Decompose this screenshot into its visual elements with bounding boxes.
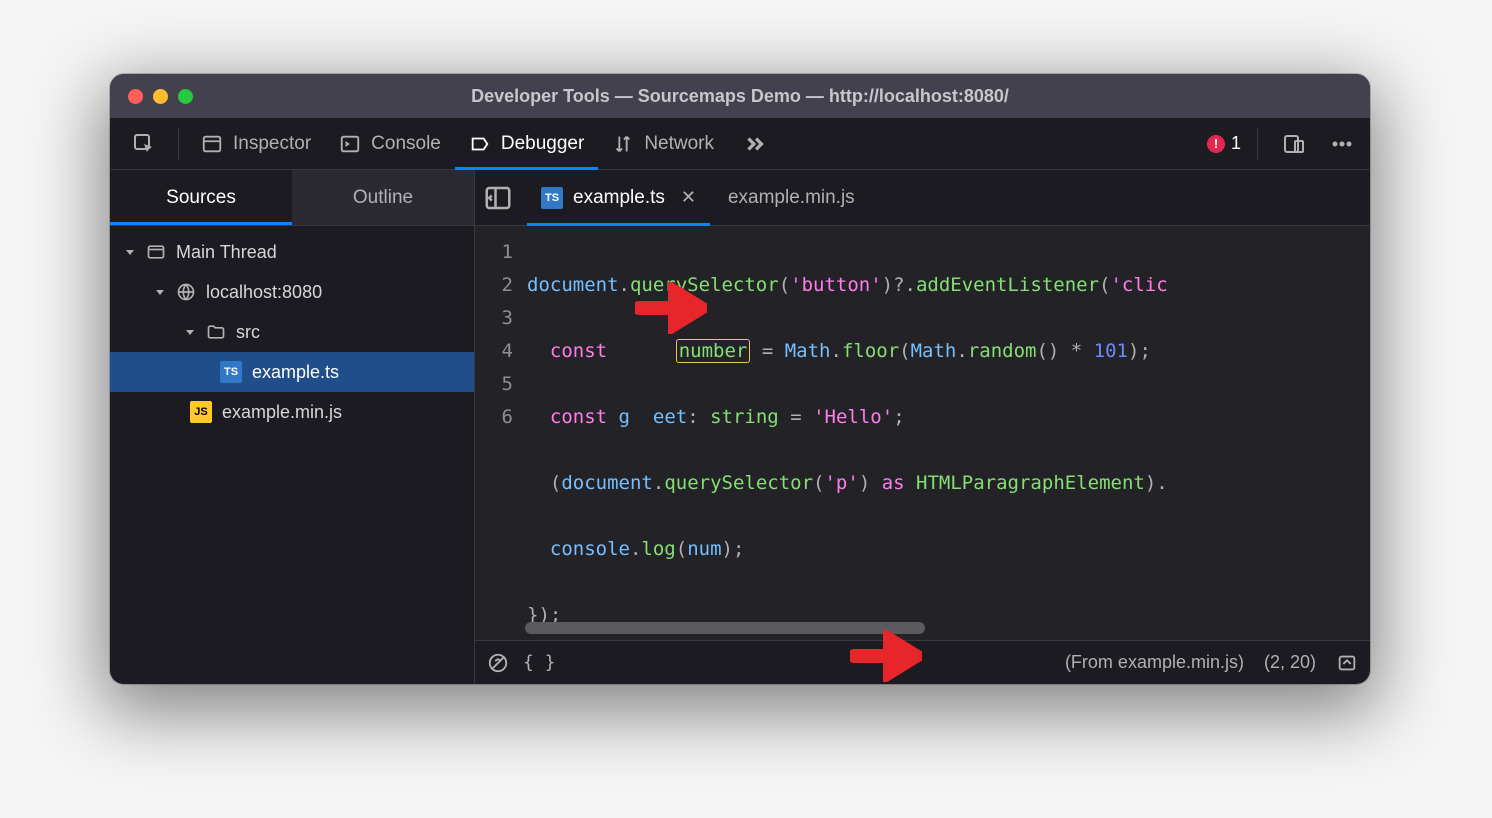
- tab-console-label: Console: [371, 133, 441, 155]
- tab-debugger[interactable]: Debugger: [455, 118, 598, 170]
- tree-file-example-minjs[interactable]: JS example.min.js: [110, 392, 474, 432]
- devtools-window: Developer Tools — Sourcemaps Demo — http…: [110, 74, 1370, 684]
- editor-tab-label: example.min.js: [728, 187, 855, 209]
- line-number: 1: [475, 236, 513, 269]
- devtools-toolbar: Inspector Console Debugger Network ! 1: [110, 118, 1370, 170]
- picker-icon: [132, 132, 156, 156]
- tree-folder-label: src: [236, 322, 260, 343]
- editor-tabs: TS example.ts ✕ example.min.js: [475, 170, 1370, 226]
- tree-main-thread-label: Main Thread: [176, 242, 277, 263]
- sidebar-tab-sources-label: Sources: [166, 187, 236, 209]
- sourcemap-origin: (From example.min.js): [1065, 652, 1244, 673]
- traffic-lights: [128, 89, 193, 104]
- inspector-icon: [201, 133, 223, 155]
- ts-file-icon: TS: [220, 361, 242, 383]
- window-title: Developer Tools — Sourcemaps Demo — http…: [110, 86, 1370, 107]
- separator: [1257, 128, 1258, 160]
- ts-file-icon: TS: [541, 187, 563, 209]
- editor-tab-example-minjs[interactable]: example.min.js: [714, 170, 869, 226]
- folder-icon: [206, 322, 226, 342]
- pretty-print-button[interactable]: { }: [523, 652, 556, 673]
- code-editor[interactable]: 1 2 3 4 5 6 document.querySelector('butt…: [475, 226, 1370, 640]
- tab-inspector-label: Inspector: [233, 133, 311, 155]
- tab-inspector[interactable]: Inspector: [187, 118, 325, 170]
- tab-debugger-label: Debugger: [501, 133, 584, 155]
- editor-tab-example-ts[interactable]: TS example.ts ✕: [527, 170, 710, 226]
- meatball-menu-button[interactable]: [1322, 118, 1362, 170]
- sidebar-tab-outline-label: Outline: [353, 187, 413, 209]
- maximize-window-button[interactable]: [178, 89, 193, 104]
- line-gutter: 1 2 3 4 5 6: [475, 226, 523, 640]
- horizontal-scrollbar[interactable]: [525, 622, 1354, 634]
- globe-icon: [176, 282, 196, 302]
- scroll-thumb[interactable]: [525, 622, 925, 634]
- pick-element-button[interactable]: [118, 118, 170, 170]
- caret-down-icon: [154, 286, 166, 298]
- tree-file-minjs-label: example.min.js: [222, 402, 342, 423]
- toggle-panel-icon[interactable]: [483, 183, 513, 213]
- sidebar-tabs: Sources Outline: [110, 170, 474, 226]
- chevrons-right-icon: [742, 131, 768, 157]
- sidebar-tab-sources[interactable]: Sources: [110, 170, 292, 225]
- line-number: 6: [475, 401, 513, 434]
- map-scopes-icon[interactable]: [1336, 652, 1358, 674]
- tree-host-label: localhost:8080: [206, 282, 322, 303]
- titlebar: Developer Tools — Sourcemaps Demo — http…: [110, 74, 1370, 118]
- type-highlight: number: [676, 339, 751, 363]
- tree-folder-src[interactable]: src: [110, 312, 474, 352]
- network-icon: [612, 133, 634, 155]
- minimize-window-button[interactable]: [153, 89, 168, 104]
- error-indicator[interactable]: ! 1: [1207, 133, 1241, 154]
- tree-file-ts-label: example.ts: [252, 362, 339, 383]
- caret-down-icon: [124, 246, 136, 258]
- line-number: 4: [475, 335, 513, 368]
- responsive-mode-button[interactable]: [1274, 118, 1314, 170]
- debugger-icon: [469, 133, 491, 155]
- code-content: document.querySelector('button')?.addEve…: [523, 226, 1370, 640]
- blackbox-icon[interactable]: [487, 652, 509, 674]
- tabs-overflow-button[interactable]: [728, 118, 782, 170]
- close-window-button[interactable]: [128, 89, 143, 104]
- cursor-position: (2, 20): [1264, 652, 1316, 673]
- editor-tab-label: example.ts: [573, 187, 665, 209]
- sidebar-tab-outline[interactable]: Outline: [292, 170, 474, 225]
- line-number: 3: [475, 302, 513, 335]
- tab-console[interactable]: Console: [325, 118, 455, 170]
- tree-host[interactable]: localhost:8080: [110, 272, 474, 312]
- line-number: 2: [475, 269, 513, 302]
- main-body: Sources Outline Main Thread localhost:80…: [110, 170, 1370, 684]
- caret-down-icon: [184, 326, 196, 338]
- sources-tree: Main Thread localhost:8080 src TS exampl…: [110, 226, 474, 432]
- close-tab-button[interactable]: ✕: [681, 187, 696, 208]
- tab-network[interactable]: Network: [598, 118, 728, 170]
- tab-network-label: Network: [644, 133, 714, 155]
- sources-sidebar: Sources Outline Main Thread localhost:80…: [110, 170, 475, 684]
- toolbar-right: ! 1: [1207, 118, 1362, 170]
- tree-file-example-ts[interactable]: TS example.ts: [110, 352, 474, 392]
- error-count: 1: [1231, 133, 1241, 154]
- editor-panel: TS example.ts ✕ example.min.js 1 2 3 4 5…: [475, 170, 1370, 684]
- error-icon: !: [1207, 135, 1225, 153]
- more-icon: [1330, 132, 1354, 156]
- js-file-icon: JS: [190, 401, 212, 423]
- devices-icon: [1282, 132, 1306, 156]
- editor-statusbar: { } (From example.min.js) (2, 20): [475, 640, 1370, 684]
- window-icon: [146, 242, 166, 262]
- separator: [178, 128, 179, 160]
- line-number: 5: [475, 368, 513, 401]
- console-icon: [339, 133, 361, 155]
- tree-main-thread[interactable]: Main Thread: [110, 232, 474, 272]
